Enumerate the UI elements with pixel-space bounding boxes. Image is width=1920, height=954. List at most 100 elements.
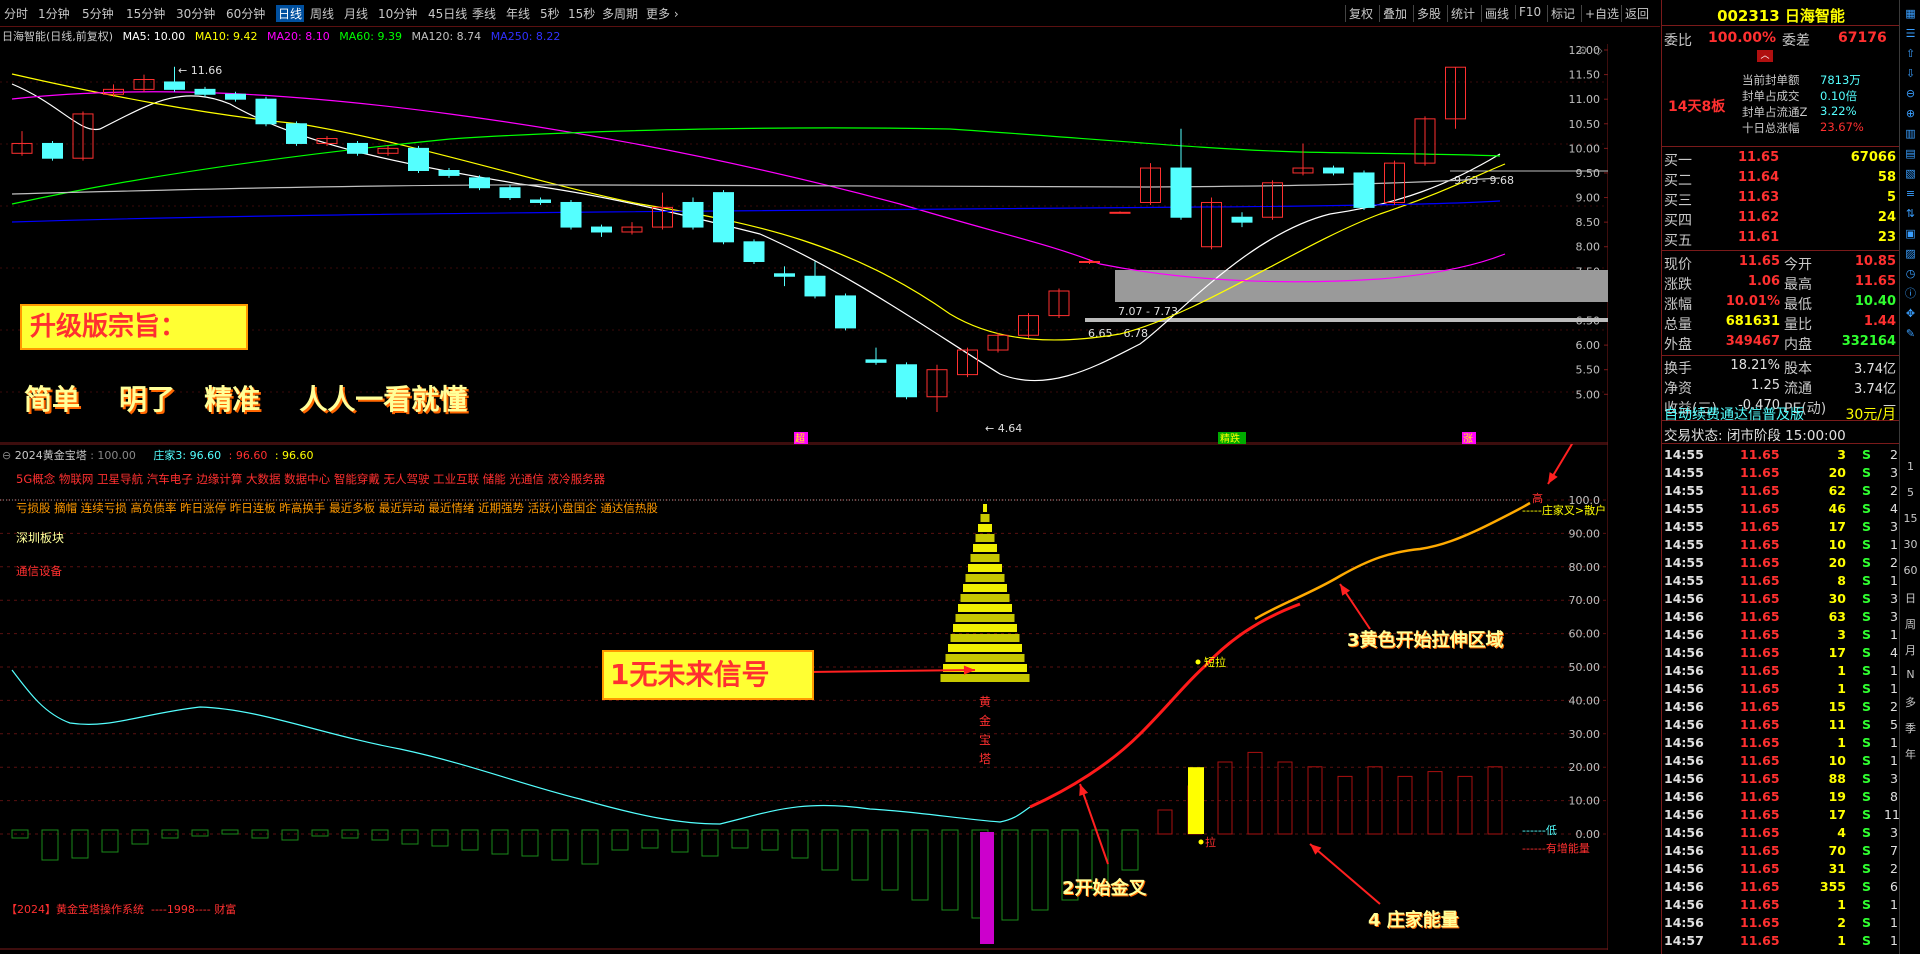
tick-vol: 2 xyxy=(1837,915,1846,930)
tick-count: 3 xyxy=(1890,771,1898,786)
candle-body xyxy=(255,98,277,125)
period-shortcut-5[interactable]: 日 xyxy=(1900,590,1920,606)
energy-bar-green xyxy=(641,829,659,849)
collapse-arrow-icon[interactable]: ︿ xyxy=(1757,50,1773,62)
toolbar-btn-3[interactable]: 统计 xyxy=(1447,5,1475,22)
minus-icon[interactable]: ⊖ xyxy=(1903,86,1918,101)
legend-ma5: MA5: 10.00 xyxy=(122,30,186,43)
period-tab-10[interactable]: 45日线 xyxy=(428,5,467,22)
energy-bar-green xyxy=(401,829,419,845)
period-shortcut-4[interactable]: 60 xyxy=(1900,564,1920,577)
tick-count: 1 xyxy=(1890,627,1898,642)
legend-ma20: MA20: 8.10 xyxy=(267,30,330,43)
period-tab-3[interactable]: 15分钟 xyxy=(126,5,165,22)
period-tab-12[interactable]: 年线 xyxy=(506,5,530,22)
seal-value-2: 3.22% xyxy=(1820,104,1857,118)
collapse-icon[interactable]: ⊖ xyxy=(2,449,15,462)
note-yellow-zone: 3黄色开始拉伸区域 xyxy=(1347,630,1504,651)
period-tab-2[interactable]: 5分钟 xyxy=(82,5,114,22)
candle-3 xyxy=(103,84,124,97)
grid-icon[interactable]: ▦ xyxy=(1903,6,1918,21)
edit-icon[interactable]: ✎ xyxy=(1903,326,1918,341)
toolbar-btn-5[interactable]: F10 xyxy=(1515,5,1541,19)
buy-label-0: 买一 xyxy=(1664,153,1692,169)
candle-icon[interactable]: ▧ xyxy=(1903,166,1918,181)
zone-label-1: 7.07 - 7.73 xyxy=(1118,305,1178,318)
tick-time: 14:56 xyxy=(1664,789,1704,804)
tick-count: 3 xyxy=(1890,825,1898,840)
clock-icon[interactable]: ◷ xyxy=(1903,266,1918,281)
chart-icon[interactable]: ▨ xyxy=(1903,246,1918,261)
toolbar-btn-6[interactable]: 标记 xyxy=(1547,5,1575,22)
candle-0 xyxy=(11,131,33,156)
menu-icon[interactable]: ≡ xyxy=(1903,186,1918,201)
up-arrow-icon[interactable]: ⇧ xyxy=(1903,46,1918,61)
period-shortcut-9[interactable]: 多 xyxy=(1900,694,1920,710)
quote-label-b-1: 最高 xyxy=(1784,277,1812,293)
period-tab-13[interactable]: 5秒 xyxy=(540,5,560,22)
tick-vol: 19 xyxy=(1828,789,1846,804)
move-icon[interactable]: ✥ xyxy=(1903,306,1918,321)
tick-count: 4 xyxy=(1890,501,1898,516)
period-shortcut-11[interactable]: 年 xyxy=(1900,746,1920,762)
period-tab-5[interactable]: 60分钟 xyxy=(226,5,265,22)
pagoda-layer xyxy=(948,644,1022,652)
toolbar-btn-7[interactable]: +自选 xyxy=(1581,5,1619,22)
candle-36 xyxy=(1109,211,1131,214)
wei-bi-value: 100.00% xyxy=(1708,30,1777,46)
buy-vol-3: 24 xyxy=(1877,210,1896,225)
table-icon[interactable]: ▤ xyxy=(1903,146,1918,161)
sort-icon[interactable]: ⇅ xyxy=(1903,206,1918,221)
energy-bar-red xyxy=(1427,771,1443,835)
tick-side: S xyxy=(1862,699,1872,714)
period-shortcut-8[interactable]: N xyxy=(1900,668,1920,681)
period-shortcut-10[interactable]: 季 xyxy=(1900,720,1920,736)
ma-line-3 xyxy=(11,127,1501,205)
period-shortcut-2[interactable]: 15 xyxy=(1900,512,1920,525)
period-tab-9[interactable]: 10分钟 xyxy=(378,5,417,22)
list-icon[interactable]: ☰ xyxy=(1903,26,1918,41)
toolbar-btn-4[interactable]: 画线 xyxy=(1481,5,1509,22)
tick-time: 14:56 xyxy=(1664,609,1704,624)
energy-bar-green xyxy=(611,829,629,851)
energy-bar-green xyxy=(101,829,119,853)
bar-chart-icon[interactable]: ▥ xyxy=(1903,126,1918,141)
period-shortcut-6[interactable]: 周 xyxy=(1900,616,1920,632)
period-shortcut-3[interactable]: 30 xyxy=(1900,538,1920,551)
pagoda-layer xyxy=(978,524,992,532)
tick-count: 5 xyxy=(1890,717,1898,732)
period-tab-11[interactable]: 季线 xyxy=(472,5,496,22)
tick-time: 14:56 xyxy=(1664,663,1704,678)
filter-icon[interactable]: ▣ xyxy=(1903,226,1918,241)
toolbar-btn-0[interactable]: 复权 xyxy=(1345,5,1373,22)
period-shortcut-1[interactable]: 5 xyxy=(1900,486,1920,499)
tick-price: 11.65 xyxy=(1740,915,1780,930)
tick-vol: 17 xyxy=(1828,645,1846,660)
period-tab-4[interactable]: 30分钟 xyxy=(176,5,215,22)
period-tab-14[interactable]: 15秒 xyxy=(568,5,595,22)
period-tab-0[interactable]: 分时 xyxy=(4,5,28,22)
promo-line[interactable]: 自动续费通达信普及版 xyxy=(1664,404,1804,424)
period-tab-1[interactable]: 1分钟 xyxy=(38,5,70,22)
energy-bar-green xyxy=(851,829,869,881)
plus-icon[interactable]: ⊕ xyxy=(1903,106,1918,121)
tick-vol: 10 xyxy=(1828,537,1846,552)
quote-label-a-4: 外盘 xyxy=(1664,337,1692,353)
toolbar-btn-1[interactable]: 叠加 xyxy=(1379,5,1407,22)
promo-price[interactable]: 30元/月 xyxy=(1845,404,1896,424)
info-icon[interactable]: ⓘ xyxy=(1903,286,1918,301)
period-tab-6[interactable]: 日线 xyxy=(276,5,305,22)
pagoda-layer xyxy=(963,584,1007,592)
toolbar-btn-2[interactable]: 多股 xyxy=(1413,5,1441,22)
tick-price: 11.65 xyxy=(1740,573,1780,588)
tick-time: 14:55 xyxy=(1664,537,1704,552)
legend-ma120: MA120: 8.74 xyxy=(411,30,482,43)
period-tab-7[interactable]: 周线 xyxy=(310,5,334,22)
period-shortcut-7[interactable]: 月 xyxy=(1900,642,1920,658)
down-arrow-icon[interactable]: ⇩ xyxy=(1903,66,1918,81)
period-tab-16[interactable]: 更多 › xyxy=(646,5,679,22)
period-shortcut-0[interactable]: 1 xyxy=(1900,460,1920,473)
toolbar-btn-8[interactable]: 返回 xyxy=(1621,5,1649,22)
period-tab-15[interactable]: 多周期 xyxy=(602,5,638,22)
period-tab-8[interactable]: 月线 xyxy=(344,5,368,22)
